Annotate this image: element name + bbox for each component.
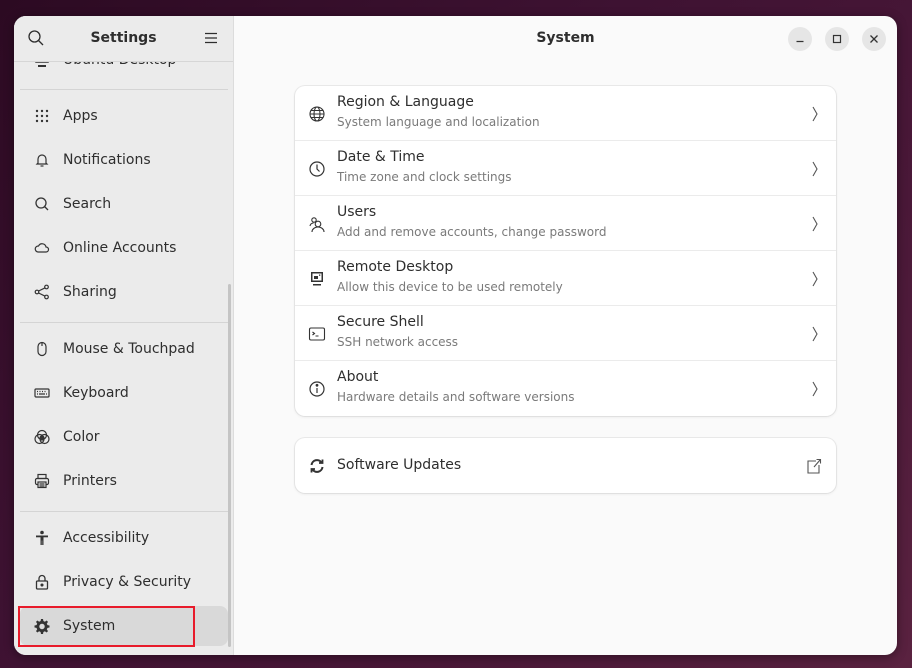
sidebar-item-label: Accessibility xyxy=(63,530,150,546)
printer-icon xyxy=(34,473,50,489)
row-title: Secure Shell xyxy=(337,314,424,330)
sidebar-item-label: Online Accounts xyxy=(63,240,177,256)
row-title: Region & Language xyxy=(337,94,474,110)
software-updates-card: Software Updates xyxy=(295,438,836,493)
sidebar: Ubuntu Desktop Apps Notifications Search… xyxy=(14,16,234,655)
globe-icon xyxy=(308,105,326,123)
gear-icon xyxy=(34,618,50,634)
maximize-button[interactable] xyxy=(825,27,849,51)
close-icon xyxy=(870,35,878,43)
maximize-icon xyxy=(832,34,842,44)
row-about[interactable]: About Hardware details and software vers… xyxy=(295,361,836,416)
sidebar-item-color[interactable]: Color xyxy=(20,417,228,457)
row-secure-shell[interactable]: Secure Shell SSH network access xyxy=(295,306,836,361)
sidebar-item-label: Printers xyxy=(63,473,117,489)
row-title: About xyxy=(337,369,379,385)
row-subtitle: SSH network access xyxy=(337,335,459,349)
sidebar-separator xyxy=(20,89,228,90)
remote-desktop-icon xyxy=(308,270,326,288)
sidebar-item-printers[interactable]: Printers xyxy=(20,461,228,501)
accessibility-icon xyxy=(34,530,50,546)
settings-window: Ubuntu Desktop Apps Notifications Search… xyxy=(14,16,897,655)
external-link-icon xyxy=(806,457,822,475)
apps-grid-icon xyxy=(34,108,50,124)
chevron-right-icon xyxy=(810,270,820,288)
users-icon xyxy=(308,215,326,233)
sidebar-item-privacy-security[interactable]: Privacy & Security xyxy=(20,562,228,602)
row-subtitle: Time zone and clock settings xyxy=(337,170,512,184)
bell-icon xyxy=(34,152,50,168)
share-icon xyxy=(34,284,50,300)
sidebar-item-system[interactable]: System xyxy=(20,606,228,646)
sidebar-item-sharing[interactable]: Sharing xyxy=(20,272,228,312)
hamburger-menu-icon xyxy=(205,32,217,44)
main-content: System Region & Language System language… xyxy=(234,16,897,655)
sidebar-item-label: Keyboard xyxy=(63,385,129,401)
cloud-icon xyxy=(34,240,50,256)
sidebar-scrollbar[interactable] xyxy=(228,284,231,647)
sidebar-item-label: Search xyxy=(63,196,112,212)
mouse-icon xyxy=(34,341,50,357)
chevron-right-icon xyxy=(810,325,820,343)
row-title: Users xyxy=(337,204,377,220)
row-remote-desktop[interactable]: Remote Desktop Allow this device to be u… xyxy=(295,251,836,306)
chevron-right-icon xyxy=(810,160,820,178)
row-software-updates[interactable]: Software Updates xyxy=(295,438,836,493)
sidebar-separator xyxy=(20,322,228,323)
minimize-icon xyxy=(796,40,804,43)
row-subtitle: Add and remove accounts, change password xyxy=(337,225,607,239)
row-subtitle: Hardware details and software versions xyxy=(337,390,575,404)
sidebar-item-label: Apps xyxy=(63,108,98,124)
sidebar-item-online-accounts[interactable]: Online Accounts xyxy=(20,228,228,268)
sidebar-item-apps[interactable]: Apps xyxy=(20,96,228,136)
row-title: Date & Time xyxy=(337,149,425,165)
sidebar-item-label: Notifications xyxy=(63,152,151,168)
system-settings-list: Region & Language System language and lo… xyxy=(295,86,836,416)
terminal-icon xyxy=(308,325,326,343)
sidebar-item-label: System xyxy=(63,618,116,634)
sidebar-header: Settings xyxy=(14,16,233,62)
sidebar-item-label: Mouse & Touchpad xyxy=(63,341,195,357)
lock-icon xyxy=(34,574,50,590)
keyboard-icon xyxy=(34,385,50,401)
row-region-language[interactable]: Region & Language System language and lo… xyxy=(295,86,836,141)
chevron-right-icon xyxy=(810,215,820,233)
close-button[interactable] xyxy=(862,27,886,51)
sidebar-item-label: Sharing xyxy=(63,284,117,300)
sidebar-item-notifications[interactable]: Notifications xyxy=(20,140,228,180)
sidebar-item-label: Privacy & Security xyxy=(63,574,191,590)
info-icon xyxy=(308,380,326,398)
row-title: Software Updates xyxy=(337,457,462,473)
row-date-time[interactable]: Date & Time Time zone and clock settings xyxy=(295,141,836,196)
chevron-right-icon xyxy=(810,380,820,398)
sidebar-list: Ubuntu Desktop Apps Notifications Search… xyxy=(14,16,233,655)
row-subtitle: Allow this device to be used remotely xyxy=(337,280,563,294)
chevron-right-icon xyxy=(810,105,820,123)
sidebar-item-label: Color xyxy=(63,429,100,445)
row-title: Remote Desktop xyxy=(337,259,454,275)
sidebar-item-accessibility[interactable]: Accessibility xyxy=(20,518,228,558)
color-icon xyxy=(34,429,50,445)
row-users[interactable]: Users Add and remove accounts, change pa… xyxy=(295,196,836,251)
sidebar-title: Settings xyxy=(90,30,157,46)
refresh-icon xyxy=(308,457,326,475)
menu-button[interactable] xyxy=(204,29,224,49)
sidebar-item-mouse-touchpad[interactable]: Mouse & Touchpad xyxy=(20,329,228,369)
sidebar-item-search[interactable]: Search xyxy=(20,184,228,224)
sidebar-separator xyxy=(20,511,228,512)
row-subtitle: System language and localization xyxy=(337,115,540,129)
search-icon xyxy=(34,196,50,212)
clock-icon xyxy=(308,160,326,178)
minimize-button[interactable] xyxy=(788,27,812,51)
sidebar-item-keyboard[interactable]: Keyboard xyxy=(20,373,228,413)
